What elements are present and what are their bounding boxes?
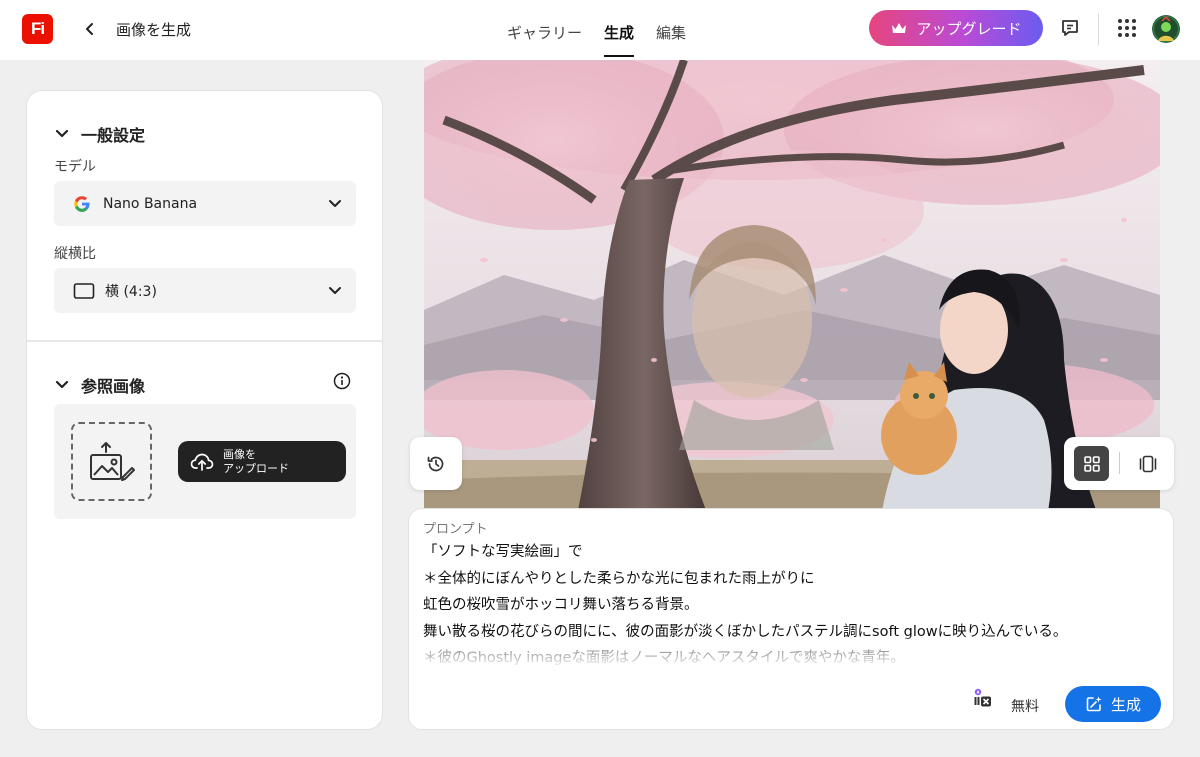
chevron-down-icon bbox=[55, 380, 69, 389]
general-settings-title: 一般設定 bbox=[81, 126, 146, 145]
image-drop-zone[interactable] bbox=[71, 422, 152, 501]
chevron-down-icon bbox=[329, 286, 341, 294]
prompt-line: ＊彼のGhostly imageな面影はノーマルなヘアスタイルで爽やかな青年。 bbox=[423, 650, 905, 666]
avatar-image bbox=[1152, 15, 1180, 43]
aspect-ratio-value: 横 (4:3) bbox=[105, 283, 157, 300]
info-icon[interactable] bbox=[333, 372, 351, 390]
model-label: モデル bbox=[54, 159, 96, 175]
general-settings-header[interactable]: 一般設定 bbox=[55, 122, 145, 146]
generate-label: 生成 bbox=[1110, 695, 1141, 714]
prompt-card: プロンプト 「ソフトな写実絵画」で ＊全体的にぼんやりとした柔らかな光に包まれた… bbox=[408, 508, 1174, 730]
credits-icon bbox=[974, 688, 991, 707]
grid-view-icon bbox=[1083, 455, 1100, 472]
prompt-label: プロンプト bbox=[423, 522, 488, 537]
aspect-ratio-label: 縦横比 bbox=[54, 246, 96, 262]
app-logo[interactable]: Fi bbox=[22, 14, 53, 44]
chevron-down-icon bbox=[329, 199, 341, 207]
generated-image-illustration bbox=[424, 60, 1160, 530]
cost-label: 無料 bbox=[1011, 699, 1039, 715]
single-view-button[interactable] bbox=[1130, 446, 1165, 481]
prompt-line: 舞い散る桜の花びらの間にに、彼の面影が淡くぼかしたパステル調にsoft glow… bbox=[423, 623, 1068, 640]
page-title: 画像を生成 bbox=[116, 21, 192, 39]
history-button[interactable] bbox=[410, 437, 462, 490]
prompt-line: 虹色の桜吹雪がホッコリ舞い落ちる背景。 bbox=[423, 597, 699, 613]
reference-image-area: 画像を アップロード bbox=[54, 404, 356, 519]
top-header: Fi 画像を生成 ギャラリー 生成 編集 アップグレード bbox=[0, 0, 1200, 60]
upgrade-button[interactable]: アップグレード bbox=[869, 10, 1043, 46]
settings-panel: 一般設定 モデル Nano Banana 縦横比 横 (4:3) 参照画像 画像… bbox=[26, 90, 383, 730]
crown-icon bbox=[892, 23, 907, 33]
prompt-textarea[interactable]: 「ソフトな写実絵画」で ＊全体的にぼんやりとした柔らかな光に包まれた雨上がりに … bbox=[423, 539, 1165, 667]
reference-image-title: 参照画像 bbox=[81, 377, 146, 396]
avatar[interactable] bbox=[1152, 15, 1180, 43]
google-logo-icon bbox=[74, 195, 90, 212]
prompt-line: ＊全体的にぼんやりとした柔らかな光に包まれた雨上がりに bbox=[423, 570, 815, 587]
chevron-left-icon bbox=[86, 23, 93, 35]
prompt-line: 「ソフトな写実絵画」で bbox=[423, 544, 583, 560]
feedback-icon bbox=[1062, 20, 1078, 36]
view-toggle-divider bbox=[1119, 452, 1120, 474]
reference-image-header[interactable]: 参照画像 bbox=[55, 373, 145, 397]
aspect-ratio-select[interactable]: 横 (4:3) bbox=[54, 268, 356, 313]
section-divider bbox=[27, 340, 382, 342]
back-button[interactable] bbox=[78, 17, 102, 41]
feedback-button[interactable] bbox=[1058, 16, 1082, 40]
history-icon bbox=[427, 456, 444, 471]
image-upload-icon bbox=[89, 441, 135, 481]
upgrade-label: アップグレード bbox=[916, 19, 1022, 38]
generated-image[interactable] bbox=[424, 60, 1160, 530]
tab-gallery[interactable]: ギャラリー bbox=[496, 0, 593, 60]
upload-image-label: 画像を アップロード bbox=[223, 447, 289, 475]
nav-tabs: ギャラリー 生成 編集 bbox=[496, 0, 697, 60]
upload-image-button[interactable]: 画像を アップロード bbox=[178, 441, 346, 482]
generate-button[interactable]: 生成 bbox=[1065, 686, 1161, 722]
header-divider bbox=[1098, 13, 1099, 45]
landscape-ratio-icon bbox=[73, 282, 95, 299]
carousel-view-icon bbox=[1139, 455, 1156, 472]
generate-sparkle-icon bbox=[1086, 696, 1102, 712]
model-value: Nano Banana bbox=[103, 195, 198, 212]
grid-view-button[interactable] bbox=[1074, 446, 1109, 481]
tab-edit[interactable]: 編集 bbox=[645, 0, 697, 60]
view-mode-toggle bbox=[1064, 437, 1174, 490]
apps-button[interactable] bbox=[1115, 16, 1139, 40]
model-select[interactable]: Nano Banana bbox=[54, 181, 356, 226]
cloud-upload-icon bbox=[190, 453, 214, 471]
chevron-down-icon bbox=[55, 129, 69, 138]
app-grid-icon bbox=[1118, 19, 1136, 37]
tab-generate[interactable]: 生成 bbox=[593, 0, 645, 60]
